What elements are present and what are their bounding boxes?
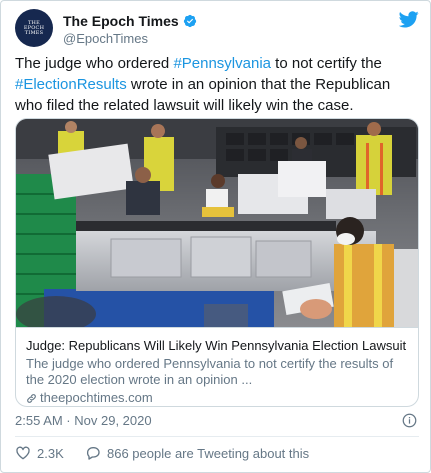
display-name-text: The Epoch Times	[63, 13, 179, 29]
hashtag-pennsylvania[interactable]: #Pennsylvania	[173, 55, 271, 72]
card-title: Judge: Republicans Will Likely Win Penns…	[26, 338, 407, 353]
card-domain: theepochtimes.com	[26, 390, 408, 406]
conversation-text: 866 people are Tweeting about this	[107, 445, 310, 461]
tweet-text: The judge who ordered #Pennsylvania to n…	[15, 53, 419, 116]
twitter-bird-icon[interactable]	[399, 11, 419, 28]
divider	[15, 436, 419, 437]
tweet-text-segment: The judge who ordered	[15, 55, 174, 72]
card-image[interactable]	[16, 119, 418, 327]
avatar[interactable]: THE EPOCH TIMES	[15, 9, 53, 47]
card-info[interactable]: Judge: Republicans Will Likely Win Penns…	[16, 327, 418, 406]
like-button[interactable]: 2.3K	[15, 445, 64, 461]
link-preview-card[interactable]: Judge: Republicans Will Likely Win Penns…	[15, 118, 419, 407]
tweet-embed: THE EPOCH TIMES The Epoch Times @EpochTi…	[0, 0, 431, 473]
conversation-button[interactable]: 866 people are Tweeting about this	[85, 445, 309, 461]
account-handle[interactable]: @EpochTimes	[63, 31, 148, 46]
link-icon	[27, 393, 36, 403]
like-count: 2.3K	[37, 445, 64, 461]
display-name[interactable]: The Epoch Times	[63, 13, 197, 29]
tweet-text-segment: to not certify the	[271, 55, 382, 72]
card-description: The judge who ordered Pennsylvania to no…	[26, 356, 394, 387]
tweet-header: THE EPOCH TIMES The Epoch Times @EpochTi…	[15, 9, 419, 49]
avatar-text-line-3: TIMES	[24, 29, 44, 36]
card-domain-text: theepochtimes.com	[40, 390, 153, 405]
tweet-timestamp[interactable]: 2:55 AM · Nov 29, 2020	[15, 413, 152, 428]
heart-icon	[16, 446, 30, 460]
speech-bubble-icon	[86, 447, 100, 460]
verified-badge-icon	[183, 14, 196, 28]
hashtag-election-results[interactable]: #ElectionResults	[15, 76, 127, 93]
info-icon[interactable]	[402, 413, 417, 428]
